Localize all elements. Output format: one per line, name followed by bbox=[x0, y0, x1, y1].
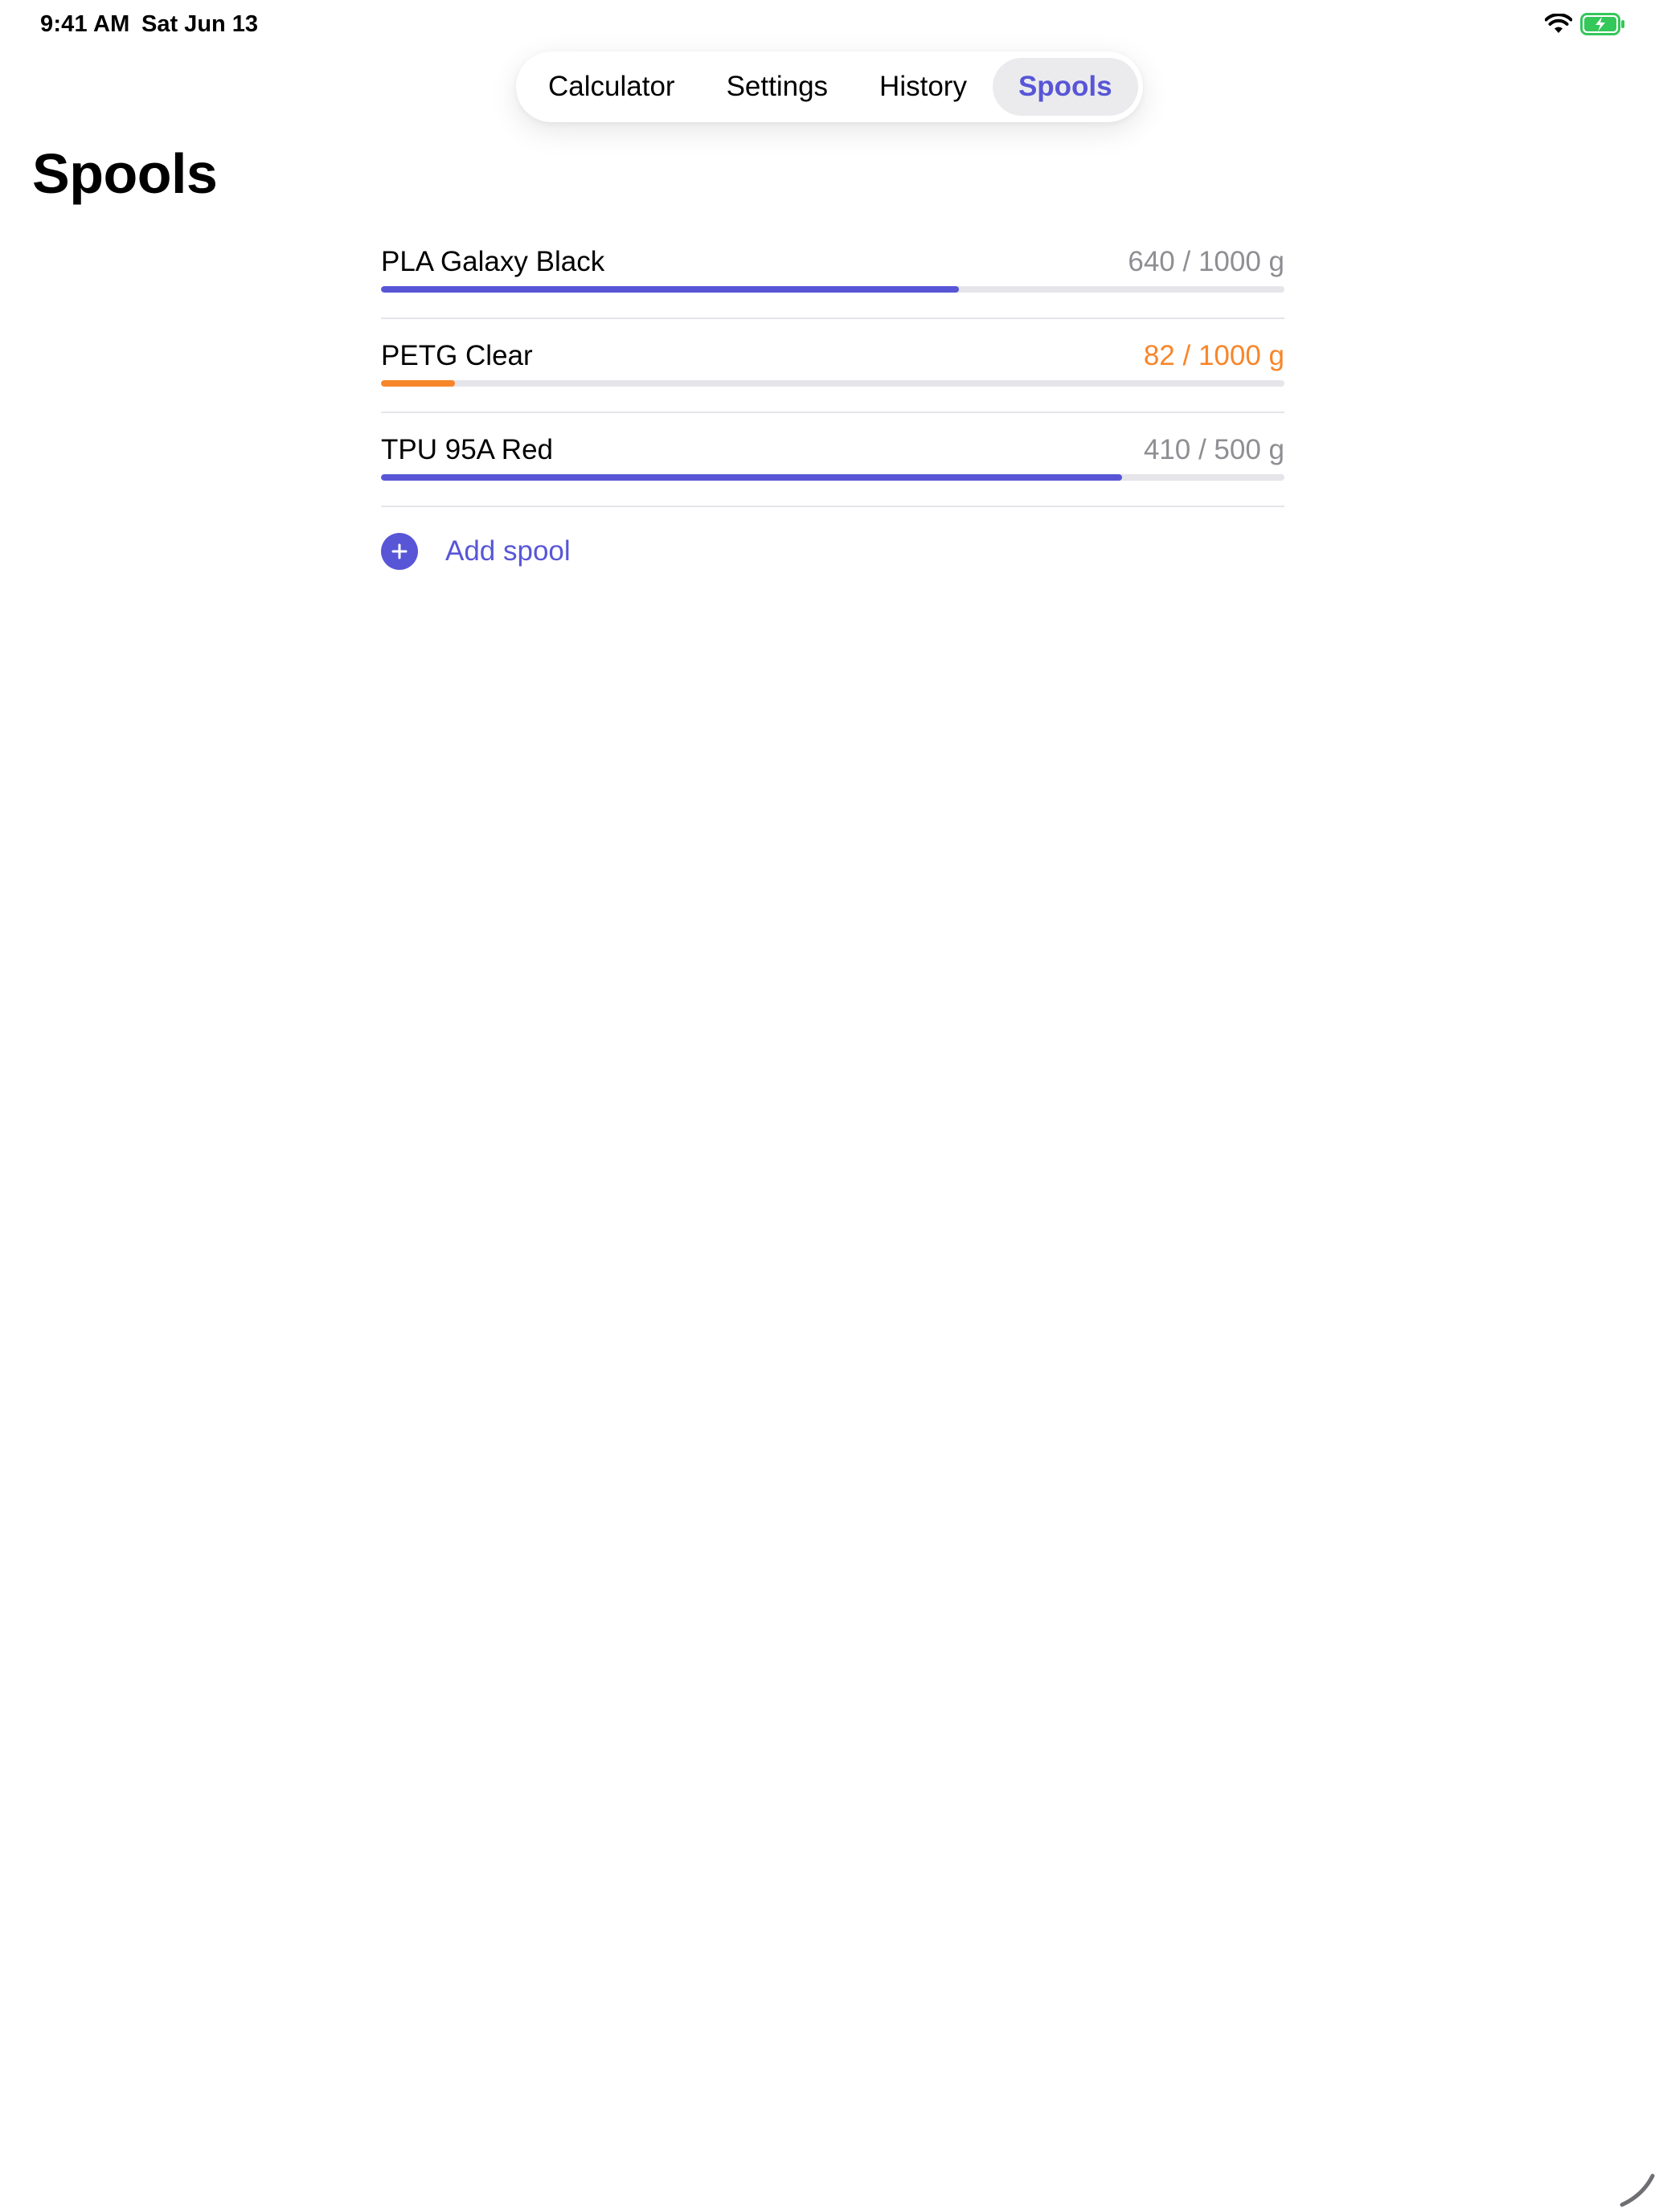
plus-circle-icon bbox=[381, 533, 418, 570]
spool-row[interactable]: PETG Clear 82 / 1000 g bbox=[381, 319, 1284, 413]
tab-history[interactable]: History bbox=[854, 58, 993, 116]
spool-amount: 82 / 1000 g bbox=[1143, 340, 1284, 371]
spool-progress-fill bbox=[381, 380, 456, 387]
spool-amount: 640 / 1000 g bbox=[1128, 246, 1284, 277]
add-spool-label: Add spool bbox=[445, 535, 571, 567]
pencil-hover-indicator bbox=[1611, 2160, 1659, 2212]
spool-progress-fill bbox=[381, 286, 960, 293]
spool-name: PLA Galaxy Black bbox=[381, 246, 605, 277]
spool-amount: 410 / 500 g bbox=[1143, 434, 1284, 465]
spool-name: PETG Clear bbox=[381, 340, 533, 371]
tab-calculator[interactable]: Calculator bbox=[522, 58, 701, 116]
wifi-icon bbox=[1545, 14, 1572, 35]
spool-progress-fill bbox=[381, 474, 1122, 481]
spool-name: TPU 95A Red bbox=[381, 434, 553, 465]
tab-label: Calculator bbox=[548, 71, 675, 102]
spool-row[interactable]: PLA Galaxy Black 640 / 1000 g bbox=[381, 225, 1284, 319]
battery-charging-icon bbox=[1580, 13, 1625, 35]
app-screen: 9:41 AM Sat Jun 13 Calculator Settings H… bbox=[0, 0, 1659, 2212]
status-bar: 9:41 AM Sat Jun 13 bbox=[0, 0, 1659, 51]
tab-spools[interactable]: Spools bbox=[992, 58, 1138, 116]
tab-bar: Calculator Settings History Spools bbox=[516, 51, 1143, 122]
tab-label: Spools bbox=[1018, 71, 1112, 102]
spool-progress-track bbox=[381, 474, 1284, 481]
spool-row[interactable]: TPU 95A Red 410 / 500 g bbox=[381, 413, 1284, 507]
tab-label: Settings bbox=[726, 71, 829, 102]
page-title: Spools bbox=[32, 142, 218, 205]
status-icons bbox=[1545, 13, 1625, 35]
spool-progress-track bbox=[381, 380, 1284, 387]
add-spool-button[interactable]: Add spool bbox=[381, 507, 1284, 596]
spool-list: PLA Galaxy Black 640 / 1000 g PETG Clear… bbox=[381, 225, 1284, 596]
spool-progress-track bbox=[381, 286, 1284, 293]
tab-settings[interactable]: Settings bbox=[701, 58, 854, 116]
status-time: 9:41 AM bbox=[40, 11, 130, 37]
status-date: Sat Jun 13 bbox=[141, 11, 259, 37]
tab-label: History bbox=[879, 71, 967, 102]
